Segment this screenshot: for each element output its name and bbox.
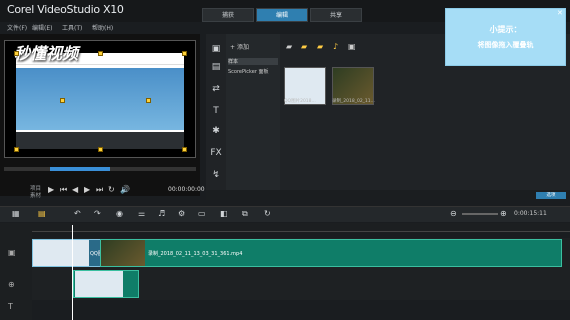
overlay-track-icon[interactable]: ⊕ <box>8 280 15 289</box>
play-icon[interactable]: ▶ <box>48 185 54 194</box>
watermark-logo: 秒懂视频 <box>14 44 79 63</box>
graphics-icon[interactable]: ✱ <box>210 126 222 136</box>
add-folder-button[interactable]: + 添加 <box>230 42 249 51</box>
tip-box <box>445 8 566 66</box>
storyboard-icon[interactable]: ▦ <box>12 209 20 218</box>
library-bottom-bar <box>206 190 570 200</box>
close-icon[interactable]: ✕ <box>557 9 563 17</box>
thumb-caption: 录制_2018_02_11... <box>332 99 375 104</box>
repeat-icon[interactable]: ↻ <box>108 185 115 194</box>
video-web-banner <box>16 68 184 130</box>
zoom-slider[interactable] <box>462 213 498 215</box>
menu-file[interactable]: 文件(F) <box>7 23 27 32</box>
clip-thumbnail <box>101 240 145 266</box>
end-icon[interactable]: ⏭ <box>96 185 103 195</box>
path-icon[interactable]: ↯ <box>210 170 222 180</box>
resize-handle[interactable] <box>14 51 19 56</box>
duration-readout: 0:00:15:11 <box>514 210 547 217</box>
folder-item[interactable]: 样本 <box>228 58 278 65</box>
menu-edit[interactable]: 编辑(E) <box>32 23 52 32</box>
transition-icon[interactable]: ⇄ <box>210 84 222 94</box>
clip-thumbnail <box>75 271 123 297</box>
fx-icon[interactable]: FX <box>210 148 222 158</box>
auto-music-icon[interactable]: ♬ <box>158 209 165 218</box>
tab-edit[interactable]: 编辑 <box>256 8 308 22</box>
resize-handle[interactable] <box>98 51 103 56</box>
resize-handle[interactable] <box>60 98 65 103</box>
mask-icon[interactable]: ◧ <box>220 209 228 218</box>
title-icon[interactable]: T <box>210 106 222 116</box>
instant-project-icon[interactable]: ▤ <box>210 62 222 72</box>
options-button[interactable]: 选项 <box>536 192 566 199</box>
clip-mode-label[interactable]: 素材 <box>30 191 41 199</box>
video-filter-icon[interactable]: ▰ <box>301 42 307 51</box>
timeline-ruler[interactable] <box>32 223 570 232</box>
resize-handle[interactable] <box>146 98 151 103</box>
record-icon[interactable]: ◉ <box>116 209 123 218</box>
split-icon[interactable]: ⧉ <box>242 209 248 219</box>
step-back-icon[interactable]: ◀ <box>72 185 78 194</box>
menu-tools[interactable]: 工具(T) <box>62 23 82 32</box>
photo-filter-icon[interactable]: ▰ <box>317 42 323 51</box>
timeline-view-icon[interactable]: ▤ <box>38 209 46 218</box>
clip-thumbnail <box>33 240 89 266</box>
step-forward-icon[interactable]: ▶ <box>84 185 90 194</box>
resize-handle[interactable] <box>182 51 187 56</box>
resize-handle[interactable] <box>14 147 19 152</box>
video-track-icon[interactable]: ▣ <box>8 248 16 257</box>
tab-share[interactable]: 共享 <box>310 8 362 22</box>
playhead[interactable] <box>72 225 73 320</box>
mixer-icon[interactable]: ⚌ <box>138 209 145 218</box>
menu-help[interactable]: 帮助(H) <box>92 23 113 32</box>
folder-icon[interactable]: ▰ <box>286 42 292 51</box>
undo-icon[interactable]: ↶ <box>74 209 81 218</box>
tab-capture[interactable]: 捕获 <box>202 8 254 22</box>
volume-icon[interactable]: 🔊 <box>120 185 130 194</box>
clip-label: 录制_2018_02_11_13_03_31_361.mp4 <box>148 251 243 257</box>
app-title: Corel VideoStudio X10 <box>7 3 124 16</box>
redo-icon[interactable]: ↷ <box>94 209 101 218</box>
motion-icon[interactable]: ⚙ <box>178 209 185 218</box>
add-label: 添加 <box>236 44 249 51</box>
track-headers <box>0 223 32 320</box>
zoom-in-icon[interactable]: ⊕ <box>500 209 507 218</box>
tip-title: 小提示： <box>489 25 522 34</box>
audio-filter-icon[interactable]: ♪ <box>333 42 338 51</box>
scrub-selection[interactable] <box>50 167 110 171</box>
thumb-caption: QQ图片2018... <box>284 99 316 104</box>
media-icon[interactable]: ▣ <box>210 44 222 54</box>
rewind-icon[interactable]: ⏮ <box>60 185 67 195</box>
zoom-out-icon[interactable]: ⊖ <box>450 209 457 218</box>
resize-handle[interactable] <box>182 147 187 152</box>
resize-handle[interactable] <box>98 147 103 152</box>
folder-item[interactable]: ScorePicker 面板 <box>228 68 278 75</box>
import-icon[interactable]: ▣ <box>348 42 356 51</box>
subtitle-icon[interactable]: ▭ <box>198 209 206 218</box>
loop-icon[interactable]: ↻ <box>264 209 271 218</box>
timecode[interactable]: 00:00:00:00 <box>168 186 205 193</box>
title-track-icon[interactable]: T <box>8 302 13 311</box>
tip-body: 将图像拖入覆叠轨 <box>477 41 534 49</box>
